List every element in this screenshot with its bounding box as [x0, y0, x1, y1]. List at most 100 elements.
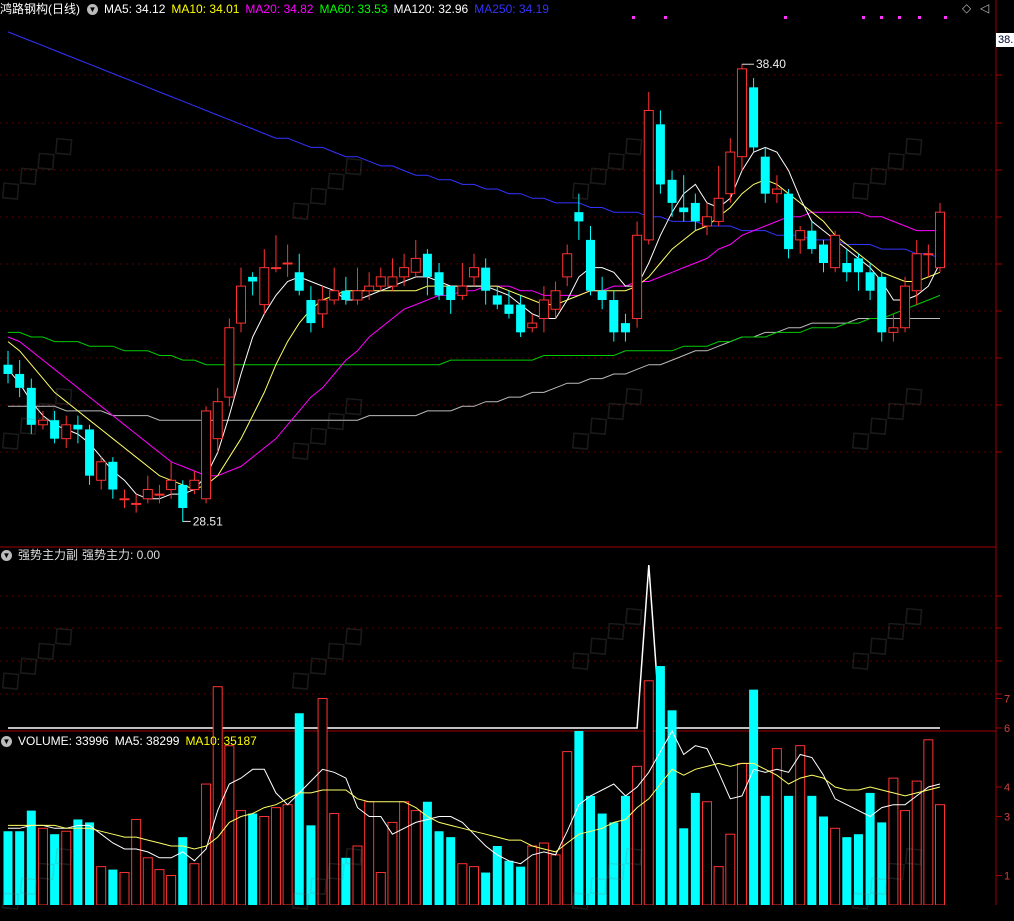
- volume-bar: [679, 828, 689, 905]
- volume-bar: [690, 792, 700, 905]
- candle-body: [166, 479, 177, 491]
- ma250-label: MA250: 34.19: [474, 2, 549, 16]
- current-price-tag: 38.: [996, 33, 1014, 47]
- price-legend: 鸿路钢构(日线) ▼ MA5: 34.12 MA10: 34.01 MA20: …: [0, 0, 555, 18]
- candle-body: [201, 410, 212, 500]
- candle-body: [142, 489, 153, 500]
- volume-bar: [725, 833, 736, 905]
- nav-arrow-icon[interactable]: ◁: [980, 1, 989, 15]
- candle-body: [73, 424, 83, 430]
- volume-bar: [85, 822, 95, 905]
- indicator-line: [8, 564, 940, 729]
- candle-body: [702, 216, 712, 227]
- candle-body: [481, 267, 491, 291]
- indicator-title: 强势主力副: [18, 548, 79, 562]
- volume-bar: [434, 831, 444, 905]
- candle-body: [399, 267, 410, 278]
- indicator-toggle-icon[interactable]: ▼: [1, 549, 12, 561]
- volume-bar: [457, 863, 468, 905]
- volume-bar: [771, 748, 782, 905]
- candle-body: [911, 253, 922, 292]
- candle-body: [713, 197, 724, 222]
- volume-bar: [667, 710, 677, 905]
- volume-bar: [154, 869, 165, 905]
- candle-body: [877, 276, 887, 333]
- volume-bar: [655, 666, 665, 905]
- candle-body: [597, 290, 607, 300]
- candle-body: [96, 461, 107, 481]
- volume-bar: [224, 745, 235, 905]
- volume-bar: [550, 854, 561, 905]
- volume-bar: [96, 866, 107, 905]
- volume-bar: [178, 837, 188, 905]
- candle-body: [154, 493, 165, 496]
- candle-body: [527, 322, 538, 329]
- candle-body: [632, 234, 643, 319]
- candle-body: [270, 267, 281, 270]
- candle-body: [131, 502, 142, 505]
- candle-body: [923, 253, 934, 256]
- volume-bar: [259, 816, 270, 905]
- candle-body: [364, 285, 375, 292]
- volume-axis-label: 7: [1004, 694, 1010, 706]
- volume-bar: [516, 866, 526, 905]
- candle-body: [749, 87, 759, 148]
- volume-bar: [807, 795, 817, 905]
- volume-bar: [469, 866, 479, 905]
- volume-bar: [410, 810, 421, 905]
- volume-bar: [236, 810, 246, 905]
- volume-axis-label: 6: [1004, 723, 1010, 735]
- candle-body: [574, 212, 584, 222]
- signal-dot: [918, 16, 921, 19]
- candle-body: [690, 202, 700, 222]
- volume-bar: [504, 860, 514, 905]
- candle-body: [306, 299, 316, 324]
- candle-body: [736, 68, 747, 158]
- candle-body: [900, 285, 911, 329]
- volume-bar: [795, 745, 806, 905]
- signal-dot: [944, 16, 947, 19]
- candle-body: [562, 253, 573, 278]
- indicator-legend: ▼ 强势主力副 强势主力: 0.00: [0, 546, 166, 564]
- volume-bar: [201, 783, 212, 905]
- volume-bar: [166, 875, 177, 905]
- diamond-icon[interactable]: ◇: [962, 1, 971, 15]
- candle-body: [865, 272, 875, 291]
- volume-bar: [399, 801, 410, 905]
- candle-body: [516, 304, 526, 333]
- legend-toggle-icon[interactable]: ▼: [87, 3, 98, 15]
- candle-body: [108, 461, 118, 490]
- candle-body: [410, 257, 421, 273]
- volume-axis-label: 1: [1004, 871, 1010, 883]
- volume-bar: [819, 816, 828, 905]
- candle-body: [771, 188, 782, 195]
- candle-body: [538, 299, 549, 319]
- volume-bar: [702, 801, 712, 905]
- ma20-label: MA20: 34.82: [245, 2, 314, 16]
- candle-body: [725, 151, 736, 195]
- volume-bar: [189, 863, 200, 905]
- ma60-label: MA60: 33.53: [319, 2, 388, 16]
- candle-body: [3, 364, 13, 374]
- volume-bar: [713, 866, 724, 905]
- volume-bar: [760, 795, 770, 905]
- candle-body: [119, 498, 130, 501]
- candle-body: [189, 479, 200, 491]
- signal-dot: [880, 16, 883, 19]
- candle-body: [446, 286, 456, 300]
- candle-body: [375, 276, 386, 287]
- candle-body: [667, 179, 677, 203]
- candle-body: [434, 272, 444, 296]
- indicator-value: 强势主力: 0.00: [82, 548, 161, 562]
- volume-bar: [446, 837, 456, 905]
- vol-ma10-label: MA10: 35187: [185, 734, 257, 748]
- vol-ma5-label: MA5: 38299: [114, 734, 180, 748]
- candle-body: [294, 272, 304, 291]
- stock-name: 鸿路钢构(日线): [0, 2, 80, 16]
- candle-body: [888, 327, 899, 333]
- signal-dot: [664, 16, 667, 19]
- signal-dot: [898, 16, 901, 19]
- volume-toggle-icon[interactable]: ▼: [1, 735, 12, 747]
- volume-bar: [736, 762, 747, 905]
- volume-bar: [830, 827, 841, 905]
